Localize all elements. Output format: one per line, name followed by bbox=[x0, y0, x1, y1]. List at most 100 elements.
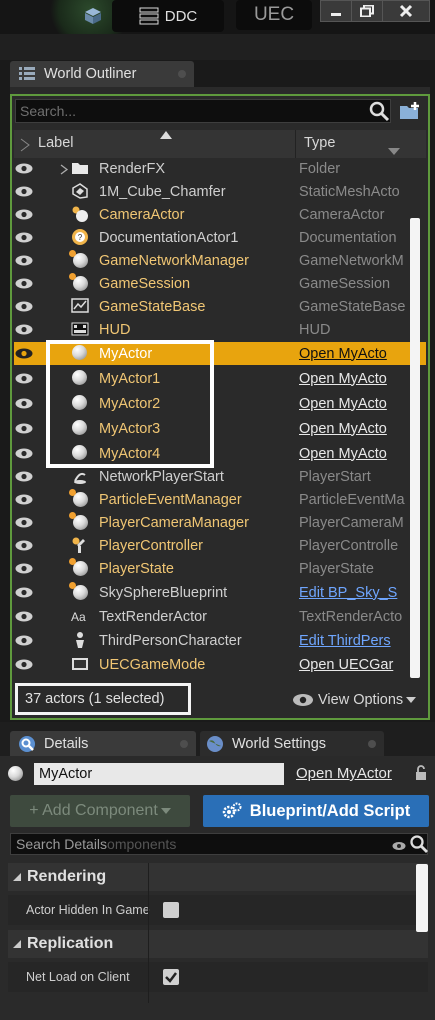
visibility-eye-icon[interactable] bbox=[15, 422, 33, 434]
row-label: SkySphereBlueprint bbox=[99, 584, 228, 601]
outliner-row[interactable]: RenderFX Folder bbox=[14, 157, 426, 180]
visibility-eye-icon[interactable] bbox=[15, 658, 33, 670]
details-eye-icon[interactable] bbox=[392, 838, 406, 850]
highlight-box-myactors bbox=[46, 340, 214, 468]
details-search-icon[interactable] bbox=[409, 834, 429, 854]
row-type-link[interactable]: Open MyActo bbox=[299, 371, 419, 387]
row-label: HUD bbox=[99, 321, 131, 338]
row-label: 1M_Cube_Chamfer bbox=[99, 183, 226, 200]
row-type: HUD bbox=[299, 321, 331, 338]
outliner-column-header: Label Type bbox=[14, 130, 426, 158]
details-tab-close-dot[interactable] bbox=[180, 740, 188, 748]
outliner-row[interactable]: PlayerController PlayerControlle bbox=[14, 534, 426, 557]
visibility-eye-icon[interactable] bbox=[15, 347, 33, 359]
globe-icon bbox=[207, 736, 223, 752]
lock-icon[interactable] bbox=[414, 765, 428, 781]
player-start-icon bbox=[71, 467, 89, 485]
details-search-input[interactable]: Search Detailsomponents bbox=[10, 833, 428, 855]
visibility-eye-icon[interactable] bbox=[15, 493, 33, 505]
outliner-row[interactable]: Aa TextRenderActor TextRenderActo bbox=[14, 605, 426, 628]
visibility-eye-icon[interactable] bbox=[15, 231, 33, 243]
row-label: PlayerCameraManager bbox=[99, 514, 249, 531]
outliner-row[interactable]: ParticleEventManager ParticleEventMa bbox=[14, 488, 426, 511]
visibility-eye-icon[interactable] bbox=[15, 470, 33, 482]
view-options-button[interactable]: View Options bbox=[292, 690, 424, 710]
tab-close-dot[interactable] bbox=[178, 70, 186, 78]
outliner-row[interactable]: PlayerState PlayerState bbox=[14, 557, 426, 580]
visibility-eye-icon[interactable] bbox=[15, 610, 33, 622]
outliner-row[interactable]: PlayerCameraManager PlayerCameraM bbox=[14, 511, 426, 534]
ddc-button[interactable]: DDC bbox=[112, 0, 224, 32]
visibility-eye-icon[interactable] bbox=[15, 516, 33, 528]
row-type-link[interactable]: Edit ThirdPers bbox=[299, 633, 419, 649]
details-scrollbar[interactable] bbox=[416, 864, 428, 932]
visibility-eye-icon[interactable] bbox=[15, 208, 33, 220]
visibility-eye-icon[interactable] bbox=[15, 277, 33, 289]
minimize-button[interactable] bbox=[320, 0, 352, 22]
visibility-eye-icon[interactable] bbox=[15, 254, 33, 266]
outliner-row[interactable]: 1M_Cube_Chamfer StaticMeshActo bbox=[14, 180, 426, 203]
blueprint-add-script-label: Blueprint/Add Script bbox=[249, 801, 411, 820]
tab-world-outliner[interactable]: World Outliner bbox=[10, 61, 194, 87]
actor-name-field[interactable]: MyActor bbox=[34, 763, 284, 785]
outliner-row[interactable]: GameNetworkManager GameNetworkM bbox=[14, 249, 426, 272]
net-load-checkbox[interactable] bbox=[163, 969, 179, 985]
tab-world-settings[interactable]: World Settings bbox=[200, 731, 384, 757]
row-label: ParticleEventManager bbox=[99, 491, 242, 508]
open-actor-link[interactable]: Open MyActor bbox=[296, 765, 392, 782]
visibility-eye-icon[interactable] bbox=[15, 634, 33, 646]
actor-hidden-checkbox[interactable] bbox=[163, 902, 179, 918]
visibility-eye-icon[interactable] bbox=[15, 162, 33, 174]
type-dropdown-icon[interactable] bbox=[388, 148, 400, 156]
tab-strip bbox=[0, 34, 435, 60]
outliner-row[interactable]: HUD HUD bbox=[14, 318, 426, 341]
category-replication[interactable]: Replication bbox=[8, 930, 428, 958]
chevron-down-icon bbox=[160, 807, 171, 814]
row-type-link[interactable]: Edit BP_Sky_S bbox=[299, 585, 419, 601]
visibility-eye-icon[interactable] bbox=[15, 185, 33, 197]
tab-details[interactable]: Details bbox=[10, 731, 196, 757]
visibility-eye-icon[interactable] bbox=[15, 323, 33, 335]
visibility-eye-icon[interactable] bbox=[15, 447, 33, 459]
column-label-header[interactable]: Label bbox=[38, 135, 73, 151]
toolbar-cube-icon[interactable] bbox=[82, 5, 104, 27]
outliner-row[interactable]: NetworkPlayerStart PlayerStart bbox=[14, 465, 426, 488]
blueprint-add-script-button[interactable]: Blueprint/Add Script bbox=[203, 795, 429, 827]
outliner-row[interactable]: GameStateBase GameStateBase bbox=[14, 295, 426, 318]
visibility-eye-icon[interactable] bbox=[15, 300, 33, 312]
row-type-link[interactable]: Open MyActo bbox=[299, 446, 419, 462]
game-session-icon bbox=[69, 273, 89, 292]
row-type: GameStateBase bbox=[299, 298, 406, 315]
outliner-row[interactable]: UECGameMode Open UECGar bbox=[14, 653, 426, 676]
outliner-row[interactable]: GameSession GameSession bbox=[14, 272, 426, 295]
expand-arrow-icon[interactable] bbox=[60, 163, 69, 179]
search-icon[interactable] bbox=[368, 100, 390, 122]
visibility-eye-icon[interactable] bbox=[15, 397, 33, 409]
column-type-header[interactable]: Type bbox=[304, 135, 335, 151]
visibility-eye-icon[interactable] bbox=[15, 372, 33, 384]
create-folder-icon[interactable] bbox=[398, 100, 422, 122]
add-component-button[interactable]: + Add Component bbox=[10, 795, 190, 827]
outliner-row[interactable]: CameraActor CameraActor bbox=[14, 203, 426, 226]
open-actor-label: Open MyActor bbox=[296, 765, 392, 782]
visibility-eye-icon[interactable] bbox=[15, 539, 33, 551]
outliner-scrollbar[interactable] bbox=[410, 218, 420, 678]
row-type-link[interactable]: Open MyActo bbox=[299, 396, 419, 412]
category-rendering[interactable]: Rendering bbox=[8, 863, 428, 891]
world-settings-tab-close-dot[interactable] bbox=[368, 740, 376, 748]
visibility-eye-icon[interactable] bbox=[15, 586, 33, 598]
outliner-row[interactable]: ThirdPersonCharacter Edit ThirdPers bbox=[14, 629, 426, 652]
visibility-eye-icon[interactable] bbox=[15, 562, 33, 574]
row-type-link[interactable]: Open MyActo bbox=[299, 421, 419, 437]
folder-icon bbox=[71, 159, 89, 177]
row-type-link[interactable]: Open MyActo bbox=[299, 346, 419, 362]
outliner-row[interactable]: SkySphereBlueprint Edit BP_Sky_S bbox=[14, 581, 426, 604]
svg-text:?: ? bbox=[78, 233, 83, 242]
uec-project-button[interactable]: UEC bbox=[236, 0, 312, 30]
maximize-button[interactable] bbox=[351, 0, 383, 22]
outliner-row[interactable]: ? DocumentationActor1 Documentation bbox=[14, 226, 426, 249]
close-button[interactable] bbox=[382, 0, 430, 22]
outliner-search-input[interactable]: Search... bbox=[15, 99, 391, 123]
row-type: GameSession bbox=[299, 275, 391, 292]
row-type-link[interactable]: Open UECGar bbox=[299, 657, 419, 673]
